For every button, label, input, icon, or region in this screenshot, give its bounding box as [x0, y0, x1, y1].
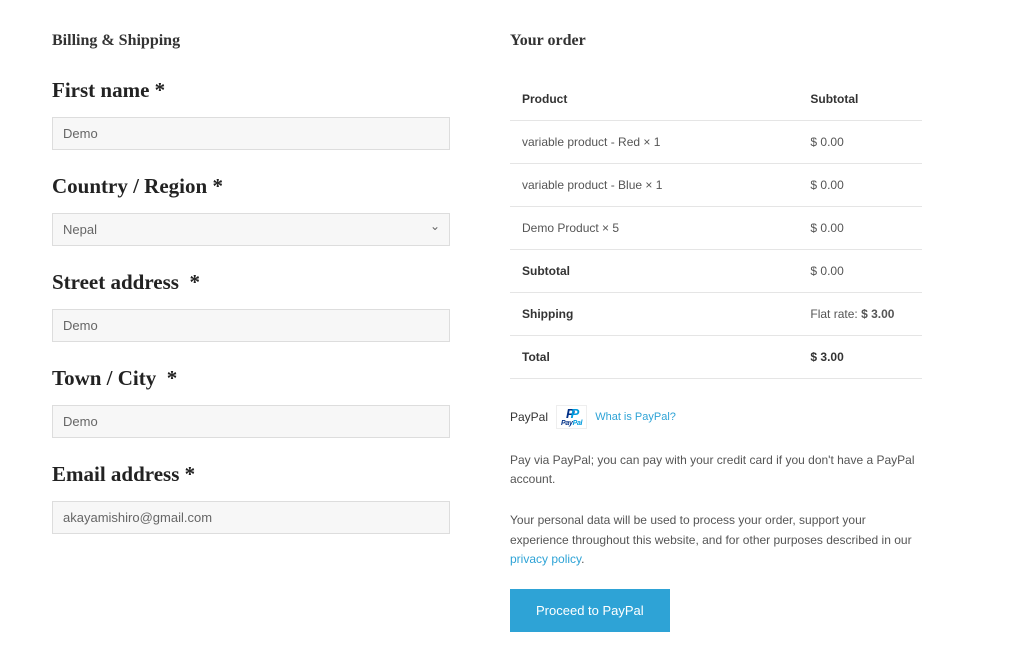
order-header-subtotal: Subtotal: [798, 78, 922, 121]
required-marker: *: [185, 462, 196, 486]
required-marker: *: [189, 270, 200, 294]
order-heading: Your order: [510, 32, 922, 50]
payment-method-label: PayPal: [510, 410, 548, 424]
order-total-row: Total $ 3.00: [510, 336, 922, 379]
order-item-name: variable product - Red × 1: [510, 121, 798, 164]
order-header-product: Product: [510, 78, 798, 121]
label-text: First name: [52, 78, 149, 102]
order-total-value: $ 3.00: [798, 336, 922, 379]
order-item-subtotal: $ 0.00: [798, 164, 922, 207]
privacy-text-part2: .: [581, 552, 584, 566]
order-subtotal-label: Subtotal: [510, 250, 798, 293]
street-label: Street address *: [52, 270, 450, 295]
label-text: Country / Region: [52, 174, 207, 198]
order-item-subtotal: $ 0.00: [798, 207, 922, 250]
order-item-name: variable product - Blue × 1: [510, 164, 798, 207]
order-shipping-row: Shipping Flat rate: $ 3.00: [510, 293, 922, 336]
privacy-policy-link[interactable]: privacy policy: [510, 552, 581, 566]
required-marker: *: [212, 174, 223, 198]
email-label: Email address *: [52, 462, 450, 487]
order-total-label: Total: [510, 336, 798, 379]
order-item-name: Demo Product × 5: [510, 207, 798, 250]
billing-heading: Billing & Shipping: [52, 32, 450, 50]
required-marker: *: [155, 78, 166, 102]
order-subtotal-row: Subtotal $ 0.00: [510, 250, 922, 293]
order-table: Product Subtotal variable product - Red …: [510, 78, 922, 379]
email-input[interactable]: [52, 501, 450, 534]
privacy-text-part1: Your personal data will be used to proce…: [510, 513, 912, 546]
country-label: Country / Region *: [52, 174, 450, 199]
order-item-row: Demo Product × 5 $ 0.00: [510, 207, 922, 250]
first-name-input[interactable]: [52, 117, 450, 150]
first-name-label: First name *: [52, 78, 450, 103]
city-input[interactable]: [52, 405, 450, 438]
what-is-paypal-link[interactable]: What is PayPal?: [595, 411, 676, 423]
order-subtotal-value: $ 0.00: [798, 250, 922, 293]
street-input[interactable]: [52, 309, 450, 342]
order-item-row: variable product - Blue × 1 $ 0.00: [510, 164, 922, 207]
privacy-text: Your personal data will be used to proce…: [510, 511, 922, 569]
payment-description: Pay via PayPal; you can pay with your cr…: [510, 451, 922, 489]
country-select[interactable]: Nepal: [52, 213, 450, 246]
label-text: Street address: [52, 270, 179, 294]
required-marker: *: [167, 366, 178, 390]
order-item-subtotal: $ 0.00: [798, 121, 922, 164]
payment-method[interactable]: PayPal PP PayPal What is PayPal?: [510, 405, 922, 429]
label-text: Email address: [52, 462, 179, 486]
paypal-icon: PP PayPal: [556, 405, 587, 429]
proceed-button[interactable]: Proceed to PayPal: [510, 589, 670, 632]
city-label: Town / City *: [52, 366, 450, 391]
label-text: Town / City: [52, 366, 156, 390]
order-shipping-label: Shipping: [510, 293, 798, 336]
order-item-row: variable product - Red × 1 $ 0.00: [510, 121, 922, 164]
order-shipping-value: Flat rate: $ 3.00: [798, 293, 922, 336]
